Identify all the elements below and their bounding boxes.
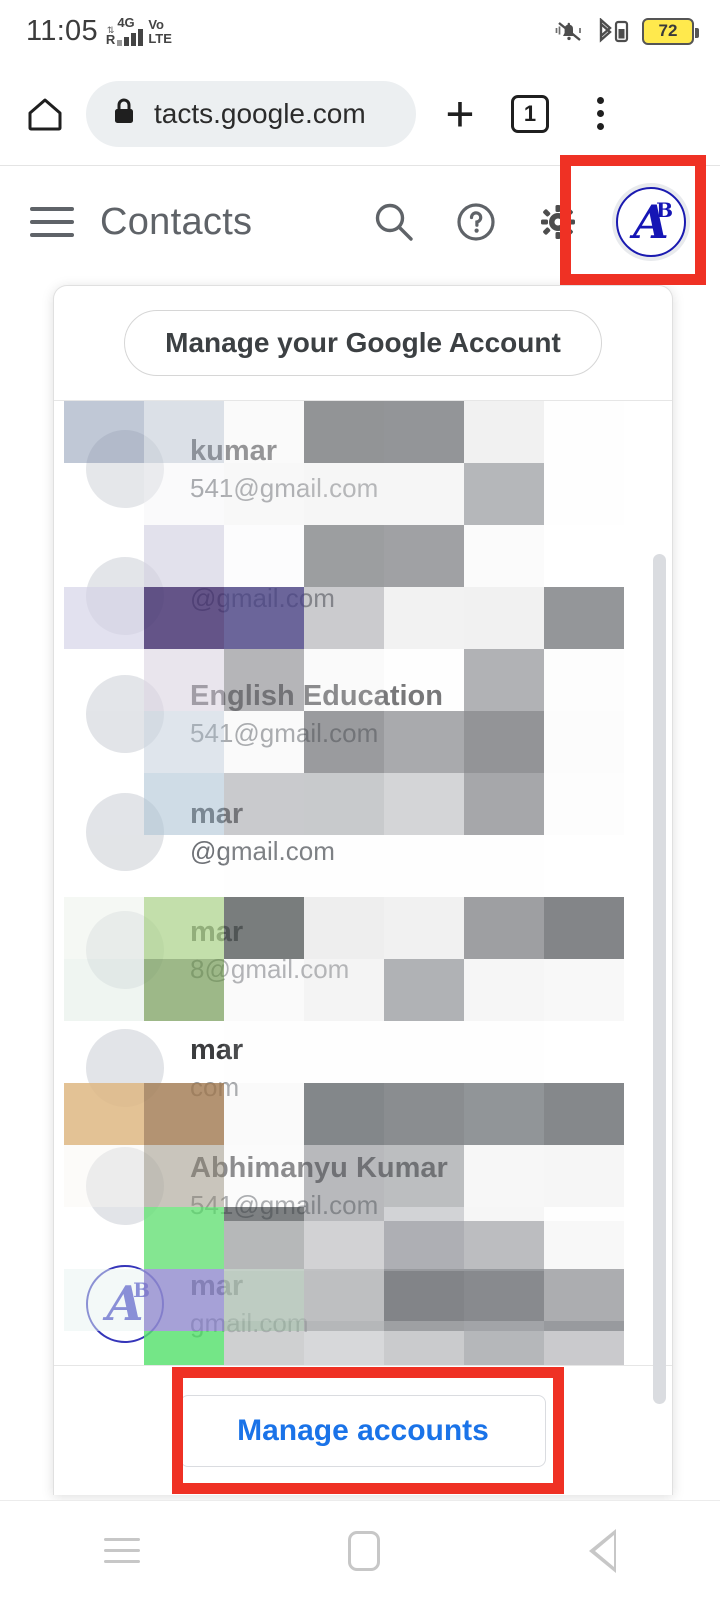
avatar — [86, 430, 164, 508]
home-icon[interactable] — [22, 91, 68, 137]
list-item[interactable]: mar com — [54, 1009, 672, 1127]
account-email: 8@gmail.com — [190, 953, 350, 984]
recents-icon[interactable] — [104, 1538, 141, 1563]
search-icon[interactable] — [366, 194, 422, 250]
phone-screen: 11:05 ⇅ R 4G Vo LTE 72 tacts.google.com … — [0, 0, 720, 1600]
clock: 11:05 — [26, 15, 98, 47]
account-name: mar — [190, 915, 244, 948]
account-email: 541@gmail.com — [190, 717, 379, 748]
account-email: @gmail.com — [190, 583, 335, 613]
back-triangle-icon[interactable] — [588, 1528, 616, 1573]
account-email: com — [190, 1071, 240, 1102]
tab-switcher-button[interactable]: 1 — [504, 88, 556, 140]
avatar — [86, 1147, 164, 1225]
kebab-menu-icon — [596, 97, 604, 130]
account-name: kumar — [190, 434, 278, 467]
account-email: gmail.com — [190, 1307, 309, 1338]
account-email: 541@gmail.com — [190, 1189, 379, 1220]
battery-indicator: 72 — [642, 17, 699, 45]
network-indicator: ⇅ R 4G Vo LTE — [106, 16, 172, 46]
account-info: mar @gmail.com — [190, 798, 335, 867]
list-item[interactable]: mar 8@gmail.com — [54, 891, 672, 1009]
account-name: Abhimanyu Kumar — [190, 1151, 448, 1184]
home-square-icon[interactable] — [348, 1530, 381, 1571]
address-bar[interactable]: tacts.google.com — [86, 80, 416, 147]
url-text: tacts.google.com — [154, 97, 366, 129]
status-bar-right: 72 — [554, 17, 699, 45]
account-info: mar gmail.com — [190, 1270, 308, 1339]
account-name: mar — [190, 1033, 244, 1066]
avatar — [86, 1029, 164, 1107]
account-info: mar com — [190, 1034, 243, 1103]
account-info: kumar 541@gmail.com — [190, 435, 378, 504]
list-item[interactable]: English Education 541@gmail.com — [54, 655, 672, 773]
status-bar: 11:05 ⇅ R 4G Vo LTE 72 — [0, 0, 720, 62]
list-item[interactable]: Abhimanyu Kumar 541@gmail.com — [54, 1127, 672, 1245]
list-item[interactable]: mar @gmail.com — [54, 773, 672, 891]
hamburger-menu-icon[interactable] — [30, 207, 74, 237]
account-info: @gmail.com — [190, 578, 335, 614]
volte-line1: Vo — [148, 17, 164, 32]
account-name: mar — [190, 797, 244, 830]
contacts-app-bar: Contacts A B — [0, 167, 720, 277]
avatar — [86, 557, 164, 635]
account-email: @gmail.com — [190, 835, 335, 866]
account-switcher-panel: Manage your Google Account kumar 541@gma… — [53, 285, 673, 1495]
signal-bars-icon — [117, 29, 144, 46]
panel-scrollbar[interactable] — [653, 554, 666, 1404]
account-info: English Education 541@gmail.com — [190, 680, 443, 749]
account-email: 541@gmail.com — [190, 472, 379, 503]
list-item[interactable]: kumar 541@gmail.com — [54, 401, 672, 537]
bluetooth-battery-icon — [596, 17, 630, 45]
status-bar-left: 11:05 ⇅ R 4G Vo LTE — [26, 16, 172, 46]
manage-accounts-button[interactable]: Manage accounts — [180, 1394, 546, 1467]
list-item[interactable]: A B mar gmail.com — [54, 1245, 672, 1363]
panel-header: Manage your Google Account — [54, 286, 672, 401]
avatar-superscript: B — [133, 1278, 150, 1302]
battery-percent: 72 — [658, 21, 678, 40]
volte-indicator: Vo LTE — [148, 15, 172, 46]
avatar — [86, 793, 164, 871]
manage-google-account-button[interactable]: Manage your Google Account — [124, 310, 602, 376]
avatar — [86, 911, 164, 989]
help-icon[interactable] — [448, 194, 504, 250]
account-info: mar 8@gmail.com — [190, 916, 349, 985]
panel-footer: Manage accounts — [54, 1365, 672, 1495]
browser-toolbar: tacts.google.com + 1 — [0, 62, 720, 166]
account-info: Abhimanyu Kumar 541@gmail.com — [190, 1152, 448, 1221]
tab-count: 1 — [511, 94, 549, 133]
avatar — [86, 675, 164, 753]
avatar-superscript: B — [656, 198, 673, 222]
account-name: English Education — [190, 679, 443, 712]
android-nav-bar — [0, 1500, 720, 1600]
page-title: Contacts — [100, 200, 253, 243]
account-list[interactable]: kumar 541@gmail.com @gmail.com English E… — [54, 401, 672, 1365]
avatar: A B — [86, 1265, 164, 1343]
account-avatar-button[interactable]: A B — [612, 183, 690, 261]
new-tab-label: + — [445, 85, 475, 142]
lock-icon — [112, 97, 136, 130]
roaming-indicator: ⇅ R — [105, 16, 116, 47]
new-tab-button[interactable]: + — [434, 88, 486, 140]
avatar: A B — [616, 187, 686, 257]
account-name: mar — [190, 1269, 244, 1302]
browser-menu-button[interactable] — [574, 88, 626, 140]
volte-line2: LTE — [148, 31, 172, 46]
bell-mute-icon — [554, 18, 584, 44]
roaming-label: R — [105, 32, 116, 47]
list-item[interactable]: @gmail.com — [54, 537, 672, 655]
signal-strength-icon: 4G — [117, 15, 144, 46]
network-type-label: 4G — [117, 15, 135, 30]
gear-icon[interactable] — [530, 194, 586, 250]
